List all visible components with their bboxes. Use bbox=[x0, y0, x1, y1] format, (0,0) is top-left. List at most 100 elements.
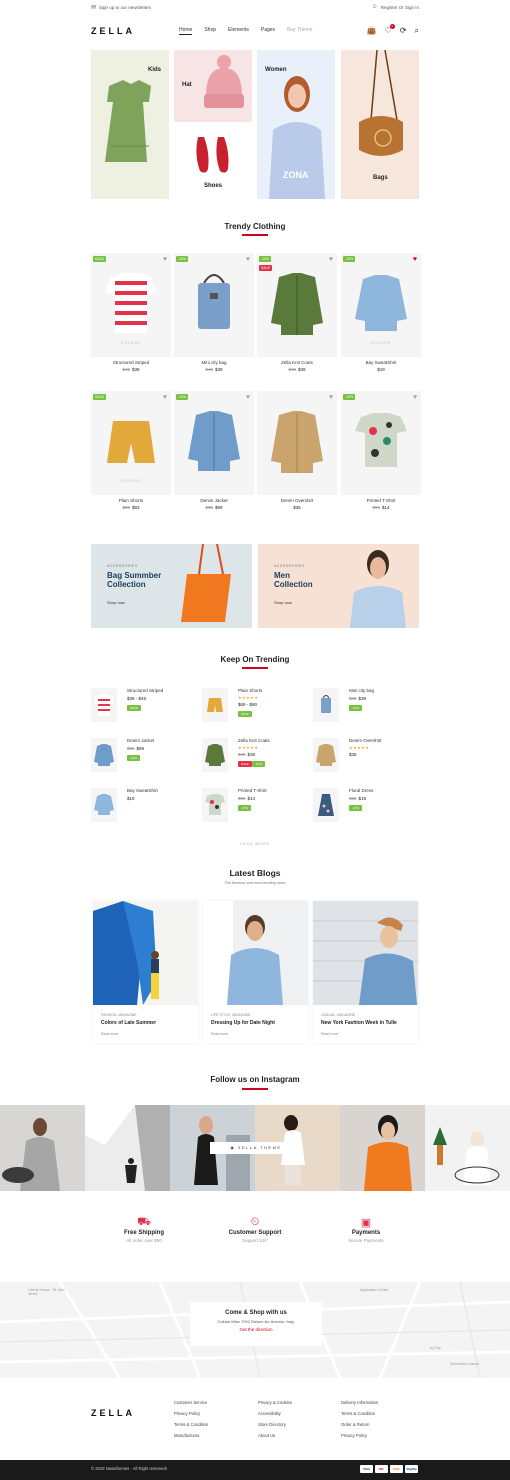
footer-link[interactable]: Privacy Policy bbox=[174, 1408, 208, 1419]
product-card[interactable]: ♥ bbox=[257, 391, 337, 495]
wishlist-heart-icon[interactable]: ♥ bbox=[163, 256, 167, 263]
blog-category[interactable]: LIFE STYLE, MAGAZINE bbox=[211, 1013, 251, 1017]
trend-item-name[interactable]: Printed T-Shirt bbox=[238, 788, 267, 793]
search-icon[interactable]: ⌕ bbox=[415, 26, 419, 36]
get-direction-link[interactable]: Get the direction bbox=[190, 1327, 322, 1332]
product-card[interactable]: -10% ♥ bbox=[174, 391, 254, 495]
trend-item[interactable]: Floral Dress $35 $19 -10% bbox=[313, 788, 423, 822]
product-card[interactable]: SALE ♥ COLORS bbox=[91, 253, 171, 357]
product-name[interactable]: Zella Knit Coats bbox=[257, 360, 337, 365]
blog-category[interactable]: FASHION, MAGAZINE bbox=[101, 1013, 137, 1017]
current-price: $35 bbox=[293, 505, 301, 510]
trend-item-name[interactable]: Zella Knit Coats bbox=[238, 738, 270, 743]
trend-item-name[interactable]: Bay SweatShirt bbox=[127, 788, 158, 793]
trend-item-name[interactable]: Plain Shorts bbox=[238, 688, 262, 693]
product-card[interactable]: -10% ♥ bbox=[341, 391, 421, 495]
product-name[interactable]: Bay SweatShirt bbox=[341, 360, 421, 365]
trend-item[interactable]: Printed T-Shirt $95 $14 -10% bbox=[202, 788, 312, 822]
blog-card[interactable]: CASUAL, MAGAZINE New York Fashion Week i… bbox=[313, 901, 418, 1043]
trend-item[interactable]: Denim Jacket $95 $99 -10% bbox=[91, 738, 201, 772]
wishlist-heart-icon[interactable]: ♥ bbox=[413, 394, 417, 401]
menu-home[interactable]: Home bbox=[179, 27, 193, 35]
trend-item-name[interactable]: Floral Dress bbox=[349, 788, 373, 793]
product-name[interactable]: Plain Shorts bbox=[91, 498, 171, 503]
instagram-photo[interactable] bbox=[425, 1105, 510, 1191]
instagram-follow-button[interactable]: ◉ ZELLA THEME bbox=[210, 1142, 302, 1154]
footer-link[interactable]: Privacy Policy bbox=[341, 1430, 378, 1441]
product-name[interactable]: Denim Overshirt bbox=[257, 498, 337, 503]
footer-link[interactable]: Manufactures bbox=[174, 1430, 208, 1441]
wishlist-heart-icon[interactable]: ♥ bbox=[246, 256, 250, 263]
promo-men-collection[interactable]: ACCESSORIES Men Collection Shop now bbox=[258, 544, 419, 628]
blog-category[interactable]: CASUAL, MAGAZINE bbox=[321, 1013, 355, 1017]
footer-link[interactable]: Customer Service bbox=[174, 1397, 208, 1408]
wishlist-heart-icon[interactable]: ♥ bbox=[329, 256, 333, 263]
footer-link[interactable]: About Us bbox=[258, 1430, 292, 1441]
trend-item-name[interactable]: Denim Overshirt bbox=[349, 738, 382, 743]
cart-icon[interactable]: 👜 bbox=[367, 26, 377, 36]
menu-buy-theme[interactable]: Buy Theme bbox=[287, 27, 312, 35]
top-bar: ✉ Sign up to our newsletters ☺ Register … bbox=[91, 2, 419, 12]
trend-item-name[interactable]: Denim Jacket bbox=[127, 738, 154, 743]
product-name[interactable]: Printed T-Shirt bbox=[341, 498, 421, 503]
wishlist-heart-icon[interactable]: ♥ bbox=[246, 394, 250, 401]
trend-item-name[interactable]: Structured Striped bbox=[127, 688, 163, 693]
footer-link[interactable]: Store Directory bbox=[258, 1419, 292, 1430]
footer-link[interactable]: Order & Return bbox=[341, 1419, 378, 1430]
wishlist-heart-icon[interactable]: ♥ bbox=[329, 394, 333, 401]
banner-hat[interactable]: Hat bbox=[174, 50, 252, 122]
footer-link[interactable]: Privacy & Cookies bbox=[258, 1397, 292, 1408]
newsletter-link[interactable]: Sign up to our newsletters bbox=[99, 5, 151, 10]
load-more-button[interactable]: LOAD MORE bbox=[0, 842, 510, 846]
wishlist-heart-icon[interactable]: ♥ bbox=[163, 394, 167, 401]
banner-bags[interactable]: Bags bbox=[341, 50, 419, 199]
instagram-photo[interactable] bbox=[340, 1105, 426, 1191]
store-map[interactable]: Liberty House - St John Street Applicati… bbox=[0, 1282, 510, 1378]
wishlist-heart-icon[interactable]: ♥ bbox=[413, 256, 417, 263]
instagram-photo[interactable] bbox=[0, 1105, 86, 1191]
trend-item-name[interactable]: Mini city bag bbox=[349, 688, 374, 693]
product-card[interactable]: SALE ♥ COLORS bbox=[91, 391, 171, 495]
footer-link[interactable]: Delivery Information bbox=[341, 1397, 378, 1408]
menu-pages[interactable]: Pages bbox=[261, 27, 275, 35]
trend-item[interactable]: Plain Shorts ★★★★★ $69 - $90 SALE bbox=[202, 688, 312, 722]
trend-item[interactable]: Structured Striped $39 - $45 SALE bbox=[91, 688, 201, 722]
banner-kids[interactable]: Kids bbox=[91, 50, 169, 199]
menu-elements[interactable]: Elements bbox=[228, 27, 249, 35]
blog-title[interactable]: New York Fashion Week in Tulle bbox=[321, 1020, 397, 1026]
account-link[interactable]: Register Or Sign In bbox=[381, 5, 419, 10]
read-more-link[interactable]: Read more bbox=[321, 1032, 338, 1036]
banner-women[interactable]: Women ZONA bbox=[257, 50, 335, 199]
read-more-link[interactable]: Read more bbox=[101, 1032, 118, 1036]
product-card[interactable]: -10% ♥ bbox=[174, 253, 254, 357]
blog-title[interactable]: Dressing Up for Date Night bbox=[211, 1020, 275, 1026]
logo[interactable]: ZELLA bbox=[91, 26, 135, 36]
colors-label: COLORS bbox=[120, 479, 142, 483]
yellow-shorts-image bbox=[107, 421, 155, 463]
footer-logo[interactable]: ZELLA bbox=[91, 1408, 135, 1418]
trend-item[interactable]: Zella Knit Coats ★★★★★ $45 $39 SALE -10% bbox=[202, 738, 312, 772]
trend-item[interactable]: Bay SweatShirt $19 bbox=[91, 788, 201, 822]
banner-shoes[interactable]: Shoes bbox=[174, 125, 252, 199]
wishlist-icon[interactable]: ♡ 0 bbox=[385, 24, 395, 36]
blog-card[interactable]: LIFE STYLE, MAGAZINE Dressing Up for Dat… bbox=[203, 901, 308, 1043]
menu-shop[interactable]: Shop bbox=[204, 27, 216, 35]
instagram-photo[interactable] bbox=[85, 1105, 171, 1191]
footer-link[interactable]: Accessibility bbox=[258, 1408, 292, 1419]
footer-link[interactable]: Terms & Condition bbox=[174, 1419, 208, 1430]
compare-icon[interactable]: ⟳ bbox=[400, 26, 407, 36]
discount-tag: -10% bbox=[252, 761, 266, 767]
promo-bag-collection[interactable]: ACCESSORIES Bag Summber Collection Shop n… bbox=[91, 544, 252, 628]
product-name[interactable]: Mini city bag bbox=[174, 360, 254, 365]
blog-title[interactable]: Colors of Late Summer bbox=[101, 1020, 156, 1026]
product-name[interactable]: Structured Striped bbox=[91, 360, 171, 365]
read-more-link[interactable]: Read more bbox=[211, 1032, 228, 1036]
product-card[interactable]: -10% SALE ♥ bbox=[257, 253, 337, 357]
product-name[interactable]: Denim Jacket bbox=[174, 498, 254, 503]
product-card[interactable]: -10% ♥ COLORS bbox=[341, 253, 421, 357]
blog-card[interactable]: FASHION, MAGAZINE Colors of Late Summer … bbox=[93, 901, 198, 1043]
trend-item[interactable]: Mini city bag $45 $39 -10% bbox=[313, 688, 423, 722]
overshirt-thumb bbox=[313, 738, 339, 772]
trend-item[interactable]: Denim Overshirt ★★★★★ $35 bbox=[313, 738, 423, 772]
footer-link[interactable]: Terms & Condition bbox=[341, 1408, 378, 1419]
